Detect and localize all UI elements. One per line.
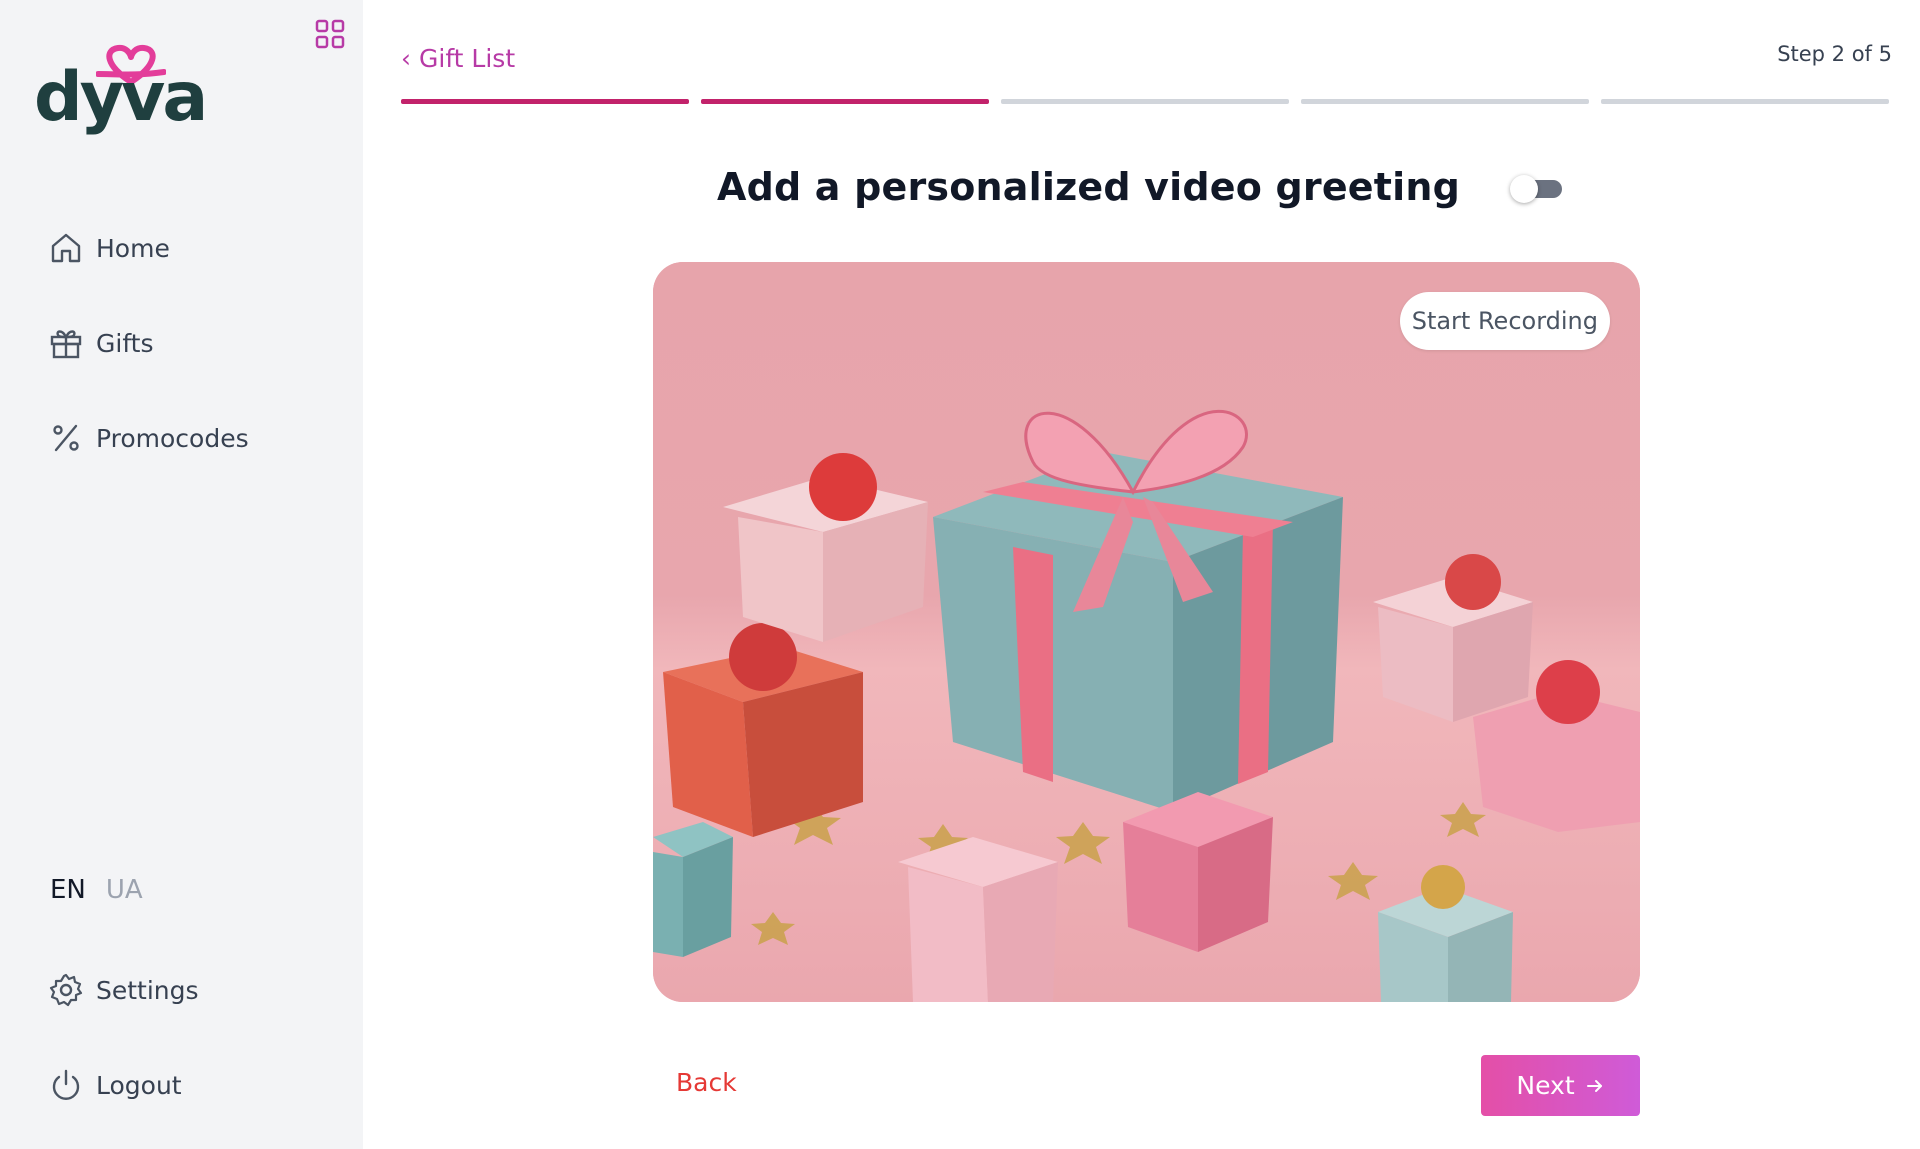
sidebar-item-home[interactable]: Home — [48, 228, 249, 268]
progress-bar — [401, 99, 1889, 104]
sidebar-item-label: Promocodes — [96, 423, 249, 453]
main-content: ‹ Gift List Step 2 of 5 Add a personaliz… — [363, 0, 1920, 1149]
sidebar-item-settings[interactable]: Settings — [48, 970, 199, 1010]
arrow-right-icon — [1586, 1079, 1602, 1092]
back-link-label: Gift List — [419, 44, 516, 73]
progress-segment-2 — [701, 99, 989, 104]
chevron-left-icon: ‹ — [401, 44, 411, 73]
sidebar-item-logout[interactable]: Logout — [48, 1065, 199, 1105]
language-en[interactable]: EN — [50, 875, 86, 905]
progress-segment-4 — [1301, 99, 1589, 104]
sidebar-bottom-nav: Settings Logout — [48, 970, 199, 1149]
grid-icon[interactable] — [315, 19, 345, 49]
progress-segment-5 — [1601, 99, 1889, 104]
sidebar: dyva Home Gifts Promocodes EN UA Setting… — [0, 0, 363, 1149]
video-preview: Start Recording — [653, 262, 1640, 1002]
gift-boxes-image — [653, 262, 1640, 1002]
gift-list-back-link[interactable]: ‹ Gift List — [401, 44, 515, 73]
sidebar-item-promocodes[interactable]: Promocodes — [48, 418, 249, 458]
sidebar-nav: Home Gifts Promocodes — [48, 228, 249, 513]
progress-segment-3 — [1001, 99, 1289, 104]
back-button[interactable]: Back — [676, 1068, 737, 1097]
video-greeting-toggle[interactable] — [1510, 173, 1566, 203]
language-switcher: EN UA — [50, 875, 143, 905]
percent-icon — [53, 424, 79, 452]
step-indicator: Step 2 of 5 — [1777, 42, 1892, 66]
gear-icon — [49, 973, 83, 1007]
power-icon — [52, 1069, 80, 1100]
language-ua[interactable]: UA — [106, 875, 143, 905]
sidebar-item-label: Logout — [96, 1070, 182, 1100]
next-button[interactable]: Next — [1481, 1055, 1640, 1116]
sidebar-item-label: Settings — [96, 975, 199, 1005]
start-recording-button[interactable]: Start Recording — [1399, 292, 1610, 350]
next-button-label: Next — [1516, 1071, 1575, 1100]
progress-segment-1 — [401, 99, 689, 104]
gift-icon — [50, 330, 82, 359]
home-icon — [51, 233, 81, 263]
logo-text: dyva — [34, 58, 208, 137]
title-row: Add a personalized video greeting — [363, 165, 1920, 209]
page-title: Add a personalized video greeting — [716, 165, 1461, 209]
sidebar-item-label: Gifts — [96, 328, 154, 358]
dyva-logo[interactable]: dyva — [34, 44, 208, 144]
sidebar-item-label: Home — [96, 233, 170, 263]
toggle-knob — [1510, 175, 1539, 203]
sidebar-item-gifts[interactable]: Gifts — [48, 323, 249, 363]
